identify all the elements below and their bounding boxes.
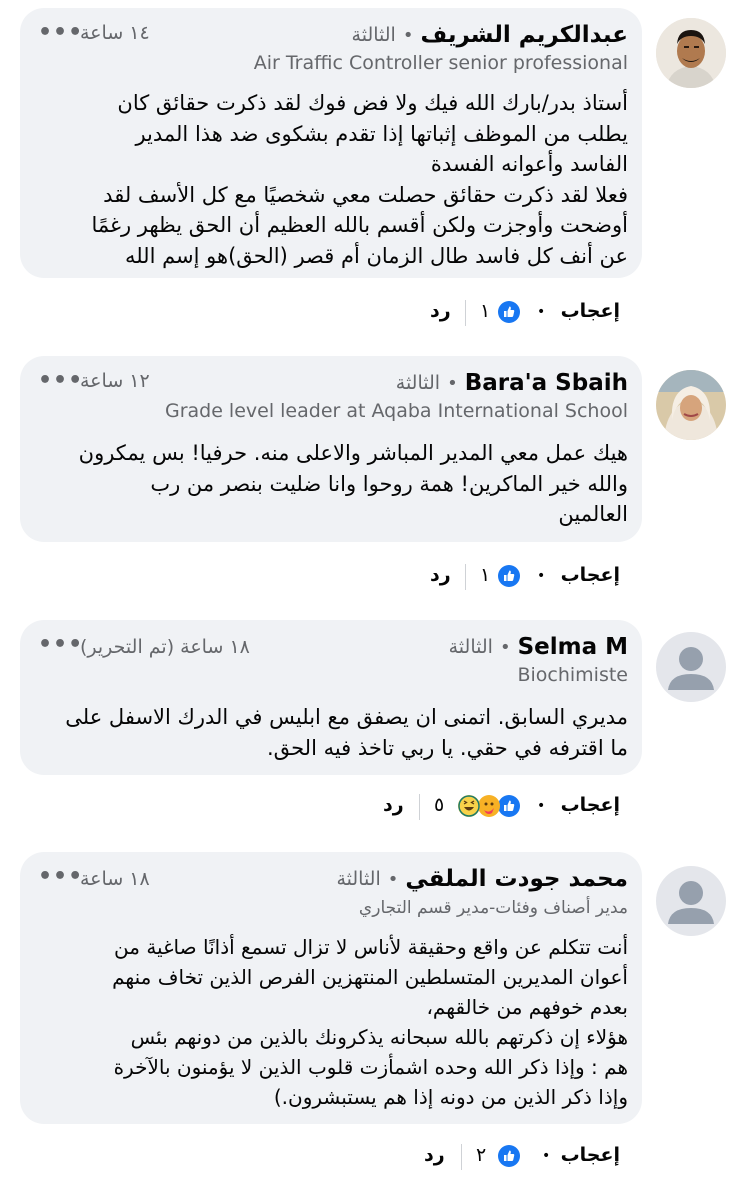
- comment-day: الثالثة: [448, 636, 493, 658]
- author-subtitle: Grade level leader at Aqaba Internationa…: [164, 400, 628, 422]
- separator-dot: •: [537, 304, 546, 320]
- comment-line: مديري السابق. اتمنى ان يصفق مع ابليس في …: [65, 705, 628, 729]
- avatar[interactable]: [656, 370, 726, 440]
- more-options-icon[interactable]: •••: [38, 632, 83, 657]
- comment-line: يطلب من الموظف إثباتها إذا تقدم بشكوى ضد…: [135, 121, 628, 146]
- comment-bubble: محمد جودت الملقي • الثالثة ١٨ ساعة ••• م…: [20, 852, 642, 1124]
- comment-line: وإذا ذكر الذين من دونه إذا هم يستبشرون.): [273, 1085, 628, 1109]
- comment-header: Bara'a Sbaih • الثالثة: [396, 368, 628, 398]
- comment-header: Selma M • الثالثة: [449, 632, 628, 662]
- like-reaction-icon[interactable]: [498, 565, 520, 587]
- author-name[interactable]: Selma M: [518, 634, 628, 660]
- comment-actions: إعجاب • ٥ رد: [0, 790, 746, 824]
- comment-bubble: عبدالكريم الشريف • الثالثة ١٤ ساعة ••• A…: [20, 8, 642, 278]
- like-button[interactable]: إعجاب: [561, 300, 620, 322]
- reply-button[interactable]: رد: [383, 794, 404, 816]
- author-subtitle: Biochimiste: [517, 664, 628, 686]
- separator-dot: •: [447, 372, 458, 394]
- comment-time[interactable]: ١٢ ساعة: [80, 370, 150, 392]
- avatar[interactable]: [656, 18, 726, 88]
- comment-text: أستاذ بدر/بارك الله فيك ولا فض فوك لقد ذ…: [38, 88, 628, 271]
- comment-line: هيك عمل معي المدير المباشر والاعلى منه. …: [78, 441, 628, 465]
- reaction-count[interactable]: ٥: [434, 794, 444, 816]
- author-subtitle: مدير أصناف وفئات-مدير قسم التجاري: [358, 898, 628, 918]
- separator-dot: •: [499, 636, 511, 658]
- reply-button[interactable]: رد: [430, 564, 451, 586]
- author-name[interactable]: محمد جودت الملقي: [405, 866, 628, 892]
- like-reaction-icon[interactable]: [498, 1145, 520, 1167]
- separator-dot: •: [542, 1148, 551, 1164]
- comment-line: بعدم خوفهم من خالقهم،: [426, 995, 628, 1019]
- comment-line: ما اقترفه في حقي. يا ربي تاخذ فيه الحق.: [266, 735, 628, 760]
- comment-actions: إعجاب • ٢ رد: [0, 1140, 746, 1174]
- comment-text: مديري السابق. اتمنى ان يصفق مع ابليس في …: [38, 702, 628, 763]
- comment-line: أستاذ بدر/بارك الله فيك ولا فض فوك لقد ذ…: [117, 91, 628, 115]
- divider: [461, 1144, 462, 1170]
- avatar[interactable]: [656, 632, 726, 702]
- comment-text: أنت تتكلم عن واقع وحقيقة لأناس لا تزال ت…: [38, 932, 628, 1112]
- comment-time[interactable]: ١٤ ساعة: [80, 22, 150, 44]
- separator-dot: •: [387, 868, 399, 890]
- comment-header: محمد جودت الملقي • الثالثة: [336, 864, 628, 894]
- divider: [419, 794, 420, 820]
- comment-time[interactable]: ١٨ ساعة: [80, 868, 150, 890]
- more-options-icon[interactable]: •••: [38, 368, 83, 393]
- comment-bubble: Selma M • الثالثة ١٨ ساعة (تم التحرير) •…: [20, 620, 642, 775]
- more-options-icon[interactable]: •••: [38, 20, 83, 45]
- reply-button[interactable]: رد: [430, 300, 451, 322]
- care-reaction-icon[interactable]: [478, 795, 500, 817]
- comment-header: عبدالكريم الشريف • الثالثة: [352, 20, 628, 50]
- author-name[interactable]: عبدالكريم الشريف: [420, 22, 628, 48]
- like-reaction-icon[interactable]: [498, 795, 520, 817]
- comment-day: الثالثة: [351, 24, 396, 46]
- reaction-count[interactable]: ٢: [476, 1144, 486, 1166]
- comment-line: أنت تتكلم عن واقع وحقيقة لأناس لا تزال ت…: [114, 935, 628, 959]
- comment-line: هم : وإذا ذكر الله وحده اشمأزت قلوب الذي…: [113, 1055, 628, 1079]
- divider: [465, 564, 466, 590]
- comment-line: أوضحت وأوجزت ولكن أقسم بالله العظيم أن ا…: [91, 213, 628, 237]
- comment-bubble: Bara'a Sbaih • الثالثة ١٢ ساعة ••• Grade…: [20, 356, 642, 542]
- comment-actions: إعجاب • ١ رد: [0, 560, 746, 594]
- more-options-icon[interactable]: •••: [38, 864, 83, 889]
- comment-line: أعوان المديرين المتسلطين المنتهزين الفرص…: [112, 965, 628, 989]
- author-name[interactable]: Bara'a Sbaih: [465, 370, 628, 396]
- separator-dot: •: [537, 568, 546, 584]
- reaction-count[interactable]: ١: [480, 564, 490, 586]
- comment-line: فعلا لقد ذكرت حقائق حصلت معي شخصيًا مع ك…: [103, 182, 628, 207]
- comment-line: العالمين: [558, 502, 628, 526]
- haha-reaction-icon[interactable]: [458, 795, 480, 817]
- like-button[interactable]: إعجاب: [561, 564, 620, 586]
- divider: [465, 300, 466, 326]
- separator-dot: •: [537, 798, 546, 814]
- comment-actions: إعجاب • ١ رد: [0, 296, 746, 330]
- author-subtitle: Air Traffic Controller senior profession…: [253, 52, 628, 74]
- comment-text: هيك عمل معي المدير المباشر والاعلى منه. …: [38, 438, 628, 530]
- comment-time[interactable]: ١٨ ساعة (تم التحرير): [80, 636, 250, 658]
- avatar[interactable]: [656, 866, 726, 936]
- like-button[interactable]: إعجاب: [561, 794, 620, 816]
- like-reaction-icon[interactable]: [498, 301, 520, 323]
- comment-line: عن أنف كل فاسد طال الزمان أم قصر (الحق)ه…: [124, 243, 628, 268]
- separator-dot: •: [402, 24, 414, 46]
- comment-day: الثالثة: [336, 868, 381, 890]
- comment-line: والله خير الماكرين! همة روحوا وانا ضليت …: [150, 471, 628, 496]
- reply-button[interactable]: رد: [424, 1144, 445, 1166]
- like-button[interactable]: إعجاب: [561, 1144, 620, 1166]
- reaction-count[interactable]: ١: [480, 300, 490, 322]
- comment-line: الفاسد وأعوانه الفسدة: [430, 152, 628, 176]
- comment-day: الثالثة: [395, 372, 441, 394]
- comment-line: هؤلاء إن ذكرتهم بالله سبحانه يذكرونك بال…: [130, 1025, 628, 1049]
